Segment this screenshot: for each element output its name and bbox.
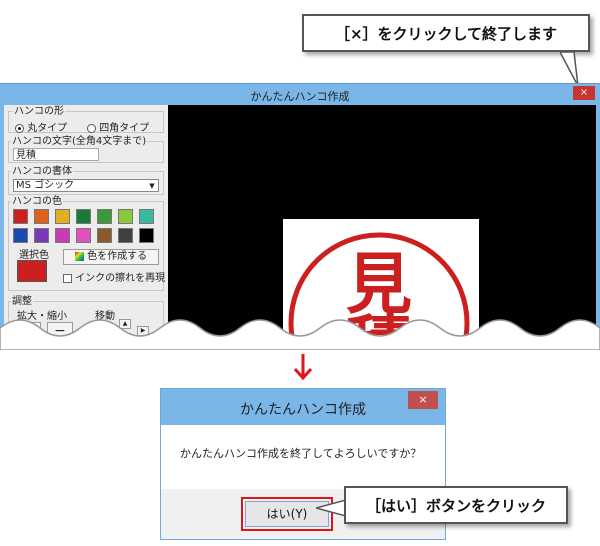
- down-arrow-icon: [293, 354, 313, 381]
- palette-icon: [74, 251, 84, 261]
- instruction-callout-bottom: ［はい］ボタンをクリック: [344, 486, 568, 524]
- radio-square[interactable]: 四角タイプ: [87, 119, 149, 134]
- selected-color-swatch: [17, 260, 47, 282]
- main-titlebar: かんたんハンコ作成 ×: [0, 83, 600, 105]
- color-swatch[interactable]: [55, 209, 70, 224]
- selected-color-box: 選択色: [13, 248, 57, 284]
- color-swatch[interactable]: [97, 228, 112, 243]
- radio-round-indicator: [15, 123, 24, 133]
- ink-checkbox[interactable]: インクの擦れを再現: [63, 269, 165, 284]
- dialog-close-button[interactable]: ×: [408, 391, 438, 409]
- chevron-down-icon: ▼: [149, 182, 155, 190]
- color-swatch[interactable]: [13, 209, 28, 224]
- color-swatch[interactable]: [55, 228, 70, 243]
- radio-round[interactable]: 丸タイプ: [15, 119, 67, 134]
- color-swatch[interactable]: [139, 209, 154, 224]
- color-swatch[interactable]: [76, 209, 91, 224]
- color-swatch[interactable]: [97, 209, 112, 224]
- color-swatch[interactable]: [34, 228, 49, 243]
- radio-square-indicator: [87, 123, 96, 133]
- radio-round-label: 丸タイプ: [27, 123, 68, 134]
- make-color-button[interactable]: 色を作成する: [63, 249, 159, 265]
- color-swatch[interactable]: [118, 228, 133, 243]
- text-group: ハンコの文字(全角4文字まで) 見積: [8, 136, 164, 163]
- font-label: ハンコの書体: [11, 166, 73, 177]
- font-select-value: MS ゴシック: [16, 180, 75, 191]
- color-label: ハンコの色: [11, 196, 63, 207]
- color-group: ハンコの色 選択色 色を作成する インクの擦れを再現: [8, 196, 165, 291]
- ink-checkbox-label: インクの擦れを再現: [75, 273, 166, 284]
- font-group: ハンコの書体 MS ゴシック ▼: [8, 166, 164, 195]
- close-button[interactable]: ×: [573, 86, 595, 100]
- shape-group: ハンコの形 丸タイプ 四角タイプ: [8, 106, 164, 134]
- torn-edge-divider: [0, 319, 600, 350]
- color-swatch[interactable]: [118, 209, 133, 224]
- window-title: かんたんハンコ作成: [250, 90, 350, 103]
- color-swatch[interactable]: [76, 228, 91, 243]
- shape-label: ハンコの形: [13, 106, 65, 117]
- dialog-message: かんたんハンコ作成を終了してよろしいですか？: [180, 447, 422, 460]
- instruction-callout-top: ［×］をクリックして終了します: [302, 14, 590, 52]
- font-select[interactable]: MS ゴシック ▼: [13, 179, 159, 192]
- stamp-text-input[interactable]: 見積: [13, 148, 99, 161]
- callout-text: ［はい］ボタンをクリック: [365, 496, 546, 515]
- radio-square-label: 四角タイプ: [99, 123, 150, 134]
- make-color-label: 色を作成する: [87, 251, 148, 262]
- selected-color-label: 選択色: [19, 250, 49, 261]
- text-label: ハンコの文字(全角4文字まで): [11, 136, 148, 147]
- color-swatch[interactable]: [139, 228, 154, 243]
- checkbox-box: [63, 273, 72, 283]
- dialog-title: かんたんハンコ作成: [240, 402, 366, 418]
- callout-text: ［×］をクリックして終了します: [334, 24, 558, 43]
- color-swatch[interactable]: [34, 209, 49, 224]
- color-swatch[interactable]: [13, 228, 28, 243]
- dialog-titlebar: かんたんハンコ作成 ×: [161, 389, 445, 425]
- callout-pointer-bottom: [316, 500, 346, 516]
